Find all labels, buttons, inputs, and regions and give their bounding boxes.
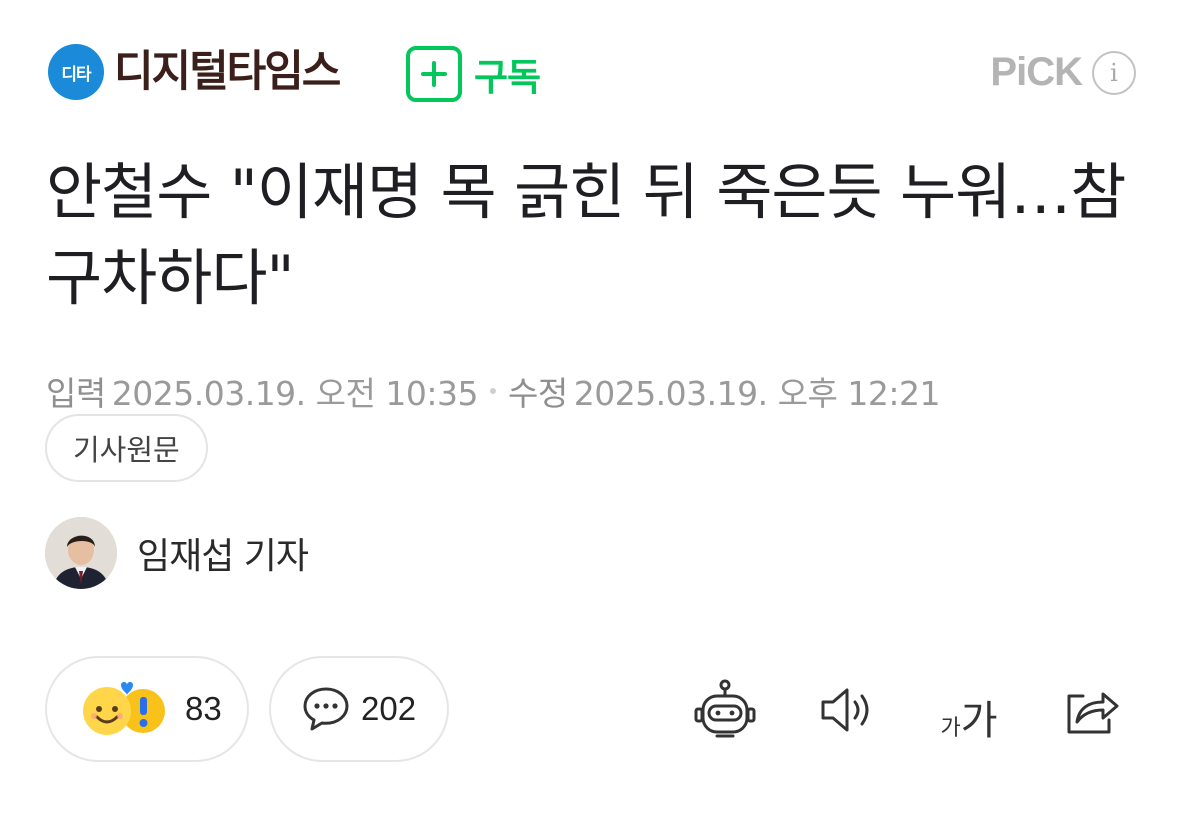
robot-icon [694, 679, 756, 738]
article-title: 안철수 "이재명 목 긁힌 뒤 죽은듯 누워…참 구차하다" [46, 157, 1126, 314]
reporter-avatar [45, 517, 117, 589]
tts-button[interactable] [811, 674, 883, 746]
date-separator [489, 388, 496, 394]
input-time: 2025.03.19. 오전 10:35 [111, 374, 479, 413]
summary-button[interactable] [689, 674, 761, 746]
subscribe-label: 구독 [474, 56, 541, 99]
article-tools: 가 가 [639, 674, 1127, 746]
info-icon[interactable]: i [1092, 50, 1136, 95]
comment-count: 202 [361, 690, 417, 727]
press-badge: 디타 [48, 44, 104, 100]
comment-button[interactable]: 202 [269, 656, 449, 762]
subscribe-button[interactable]: 구독 [406, 46, 541, 102]
article-dates: 입력 2025.03.19. 오전 10:35 수정 2025.03.19. 오… [46, 367, 940, 415]
article-header: 디타 디지털타임스 구독 PiCK i [48, 44, 1136, 106]
pick-area: PiCK i [990, 50, 1136, 95]
comment-icon [303, 687, 349, 731]
reporter-link[interactable]: 임재섭 기자 [45, 517, 309, 589]
reporter-name: 임재섭 기자 [137, 536, 309, 577]
pick-label: PiCK [990, 50, 1083, 94]
reaction-emoji-icon [83, 682, 165, 735]
share-button[interactable] [1055, 674, 1127, 746]
share-icon [1067, 692, 1119, 734]
modified-label: 수정 [507, 374, 568, 413]
font-size-small-label: 가 [940, 716, 961, 741]
reaction-button[interactable]: 83 [45, 656, 249, 762]
font-size-button[interactable]: 가 가 [933, 674, 1005, 746]
press-logo[interactable]: 디타 디지털타임스 [48, 44, 341, 100]
plus-icon [406, 46, 462, 102]
font-size-large-label: 가 [960, 698, 998, 744]
input-label: 입력 [46, 374, 106, 413]
speaker-icon [821, 688, 869, 732]
press-name: 디지털타임스 [114, 46, 341, 97]
original-article-button[interactable]: 기사원문 [45, 414, 208, 482]
like-count: 83 [185, 690, 222, 727]
modified-time: 2025.03.19. 오후 12:21 [573, 374, 941, 413]
